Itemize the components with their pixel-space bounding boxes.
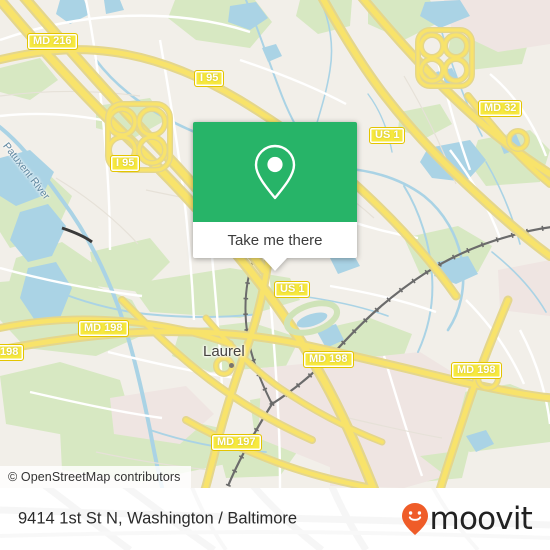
road-shield-md-198: MD 198 bbox=[78, 320, 129, 337]
location-pin-icon bbox=[254, 144, 296, 200]
road-shield-198: 198 bbox=[0, 344, 25, 361]
moovit-pin-icon bbox=[401, 503, 428, 535]
popup-pointer bbox=[263, 258, 287, 271]
road-shield-md-197: MD 197 bbox=[211, 434, 262, 451]
address-text: 9414 1st St N, Washington / Baltimore bbox=[18, 509, 298, 528]
road-shield-md-198: MD 198 bbox=[303, 351, 354, 368]
place-dot bbox=[229, 363, 234, 368]
take-me-there-button[interactable]: Take me there bbox=[193, 222, 357, 258]
moovit-wordmark: moovit bbox=[429, 500, 533, 537]
road-shield-md-216: MD 216 bbox=[27, 33, 78, 50]
road-shield-md-198: MD 198 bbox=[451, 362, 502, 379]
road-shield-us-1: US 1 bbox=[274, 281, 311, 298]
road-shield-md-32: MD 32 bbox=[478, 100, 523, 117]
moovit-logo[interactable]: moovit bbox=[401, 500, 533, 537]
popup-header bbox=[193, 122, 357, 222]
footer-bar: 9414 1st St N, Washington / Baltimore mo… bbox=[0, 488, 550, 550]
take-me-there-label: Take me there bbox=[227, 231, 323, 249]
road-shield-i-95: I 95 bbox=[194, 70, 225, 87]
destination-popup[interactable]: Take me there bbox=[193, 122, 357, 271]
road-shield-i-95: I 95 bbox=[110, 155, 141, 172]
moovit-map-screenshot: MD 216 I 95 I 95 MD 32 US 1 US 1 MD 198 198 MD 1… bbox=[0, 0, 550, 550]
place-label-laurel: Laurel bbox=[203, 343, 245, 360]
road-shield-us-1: US 1 bbox=[369, 127, 406, 144]
osm-attribution[interactable]: © OpenStreetMap contributors bbox=[0, 466, 191, 488]
